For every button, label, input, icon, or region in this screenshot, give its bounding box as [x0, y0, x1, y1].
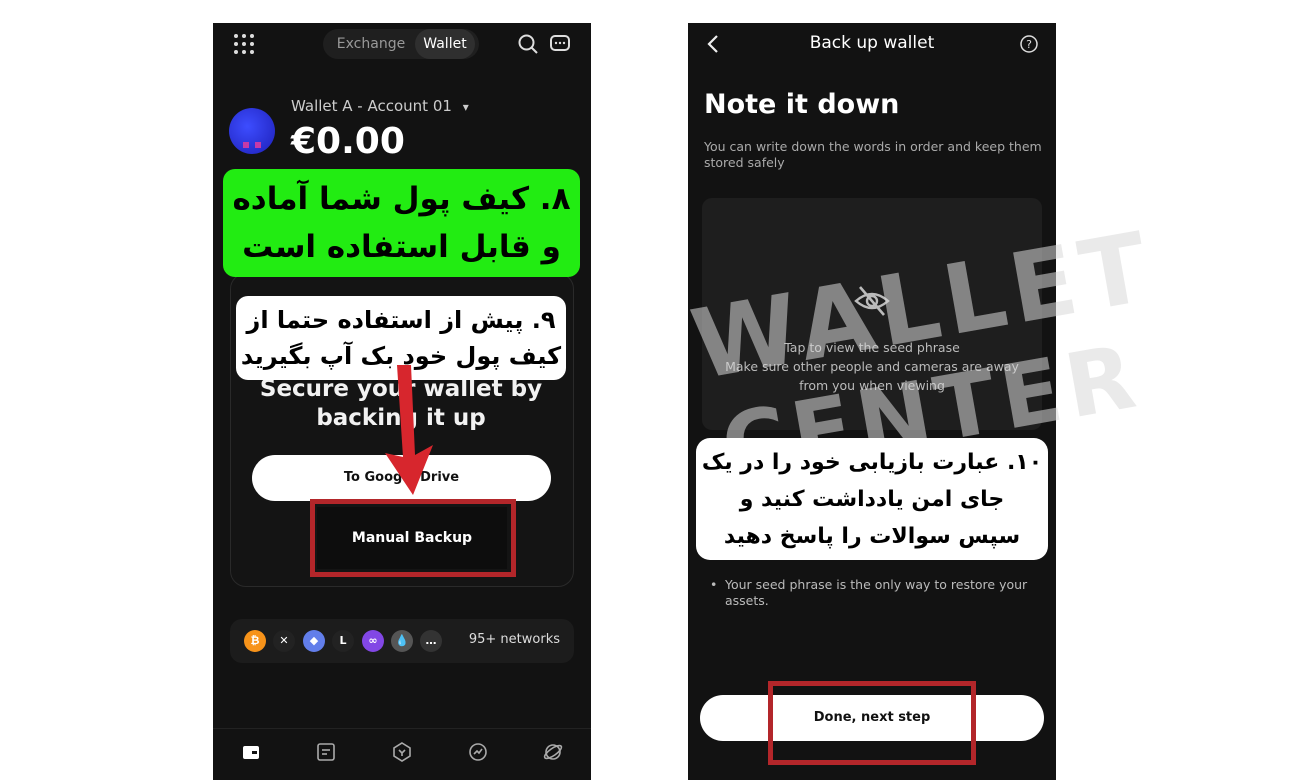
account-label: Wallet A - Account 01 — [291, 97, 452, 115]
wallet-icon[interactable] — [240, 741, 262, 763]
annotation-line: ۹. پیش از استفاده حتما از — [246, 306, 556, 334]
note-heading: Note it down — [704, 89, 900, 120]
market-icon[interactable] — [467, 741, 489, 763]
seed-warning: • Your seed phrase is the only way to re… — [710, 577, 1040, 609]
balance-value: €0.00 — [291, 121, 405, 162]
red-arrow-annotation — [385, 365, 433, 495]
annotation-line: جای امن یادداشت کنید و — [739, 487, 1005, 512]
seed-warning-text: Your seed phrase is the only way to rest… — [725, 577, 1028, 608]
networks-count: 95+ networks — [468, 632, 560, 647]
tab-wallet[interactable]: Wallet — [415, 29, 475, 59]
highlight-frame — [768, 681, 976, 765]
polygon-icon: ∞ — [362, 630, 384, 652]
svg-text:?: ? — [1026, 38, 1032, 51]
annotation-write-down: ۱۰. عبارت بازیابی خود را در یک جای امن ی… — [696, 438, 1048, 560]
tab-exchange[interactable]: Exchange — [329, 29, 413, 59]
apps-grid-icon[interactable] — [234, 34, 254, 54]
bitcoin-icon: ₿ — [244, 630, 266, 652]
search-icon[interactable] — [517, 33, 539, 55]
dapp-icon[interactable] — [315, 741, 337, 763]
account-selector[interactable]: Wallet A - Account 01 ▾ — [291, 97, 469, 115]
message-icon[interactable] — [549, 33, 571, 55]
avatar[interactable] — [229, 108, 275, 154]
annotation-line: ۸. کیف پول شما آماده — [232, 181, 571, 217]
bottom-nav — [213, 728, 591, 780]
okx-icon: ✕ — [273, 630, 295, 652]
ethereum-icon: ◆ — [303, 630, 325, 652]
linea-icon: L — [332, 630, 354, 652]
page-title: Back up wallet — [809, 33, 935, 53]
discover-icon[interactable] — [542, 741, 564, 763]
annotation-line: و قابل استفاده است — [242, 229, 561, 265]
highlight-frame — [310, 499, 516, 577]
earn-icon[interactable] — [391, 741, 413, 763]
more-icon: … — [420, 630, 442, 652]
annotation-line: سپس سوالات را پاسخ دهید — [723, 524, 1021, 549]
wallet-home-screen: Exchange Wallet Wallet A - Account 01 ▾ … — [213, 23, 591, 780]
help-icon[interactable]: ? — [1019, 34, 1039, 54]
sui-icon: 💧 — [391, 630, 413, 652]
annotation-ready: ۸. کیف پول شما آماده و قابل استفاده است — [223, 169, 580, 277]
bullet-marker: • — [710, 577, 718, 592]
networks-bar[interactable]: ₿ ✕ ◆ L ∞ 💧 … 95+ networks — [230, 619, 574, 663]
annotation-line: ۱۰. عبارت بازیابی خود را در یک — [701, 450, 1043, 475]
mode-tabs: Exchange Wallet — [323, 29, 479, 59]
note-subtitle: You can write down the words in order an… — [704, 139, 1042, 170]
chevron-down-icon: ▾ — [462, 100, 469, 114]
